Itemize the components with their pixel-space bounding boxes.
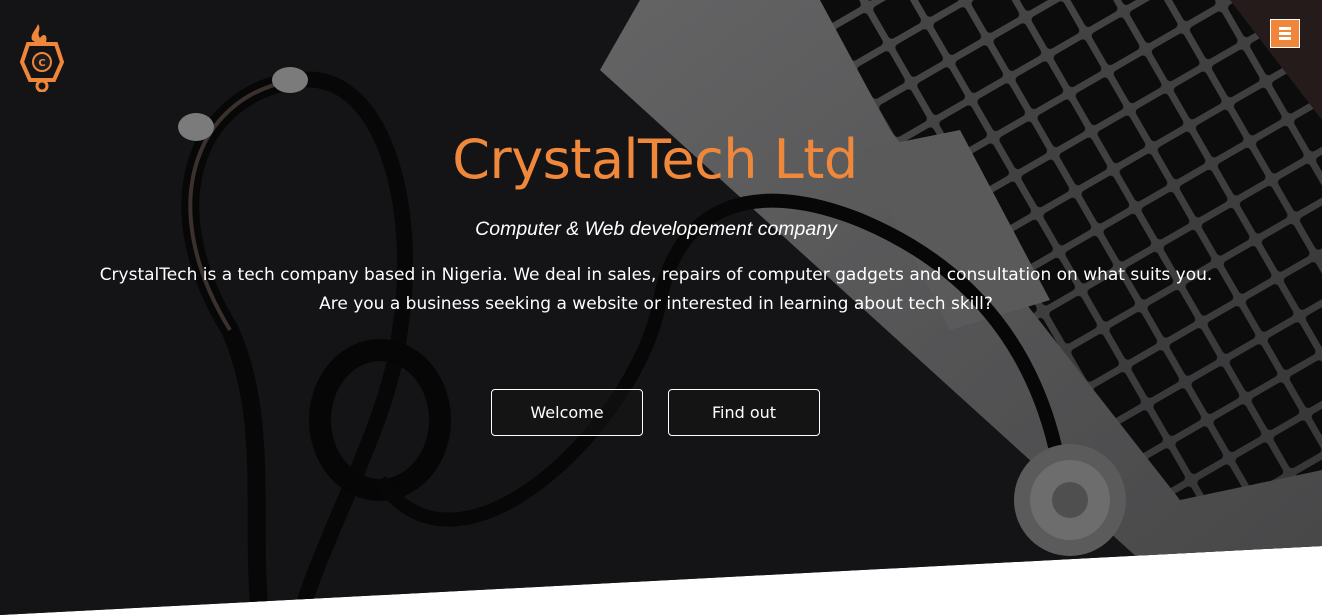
description-line-2: Are you a business seeking a website or … [319, 294, 993, 314]
hero-description: CrystalTech is a tech company based in N… [0, 261, 1312, 319]
welcome-button[interactable]: Welcome [491, 389, 643, 436]
find-out-button[interactable]: Find out [668, 389, 820, 436]
hamburger-menu-icon [1279, 27, 1291, 40]
page-subtitle: Computer & Web developement company [475, 218, 837, 240]
description-line-1: CrystalTech is a tech company based in N… [99, 265, 1213, 285]
hamburger-menu-button[interactable] [1270, 19, 1300, 48]
logo-letter: C [38, 58, 45, 69]
crystaltech-flame-logo-icon[interactable]: C [18, 22, 66, 92]
page-title: CrystalTech Ltd [452, 128, 858, 191]
